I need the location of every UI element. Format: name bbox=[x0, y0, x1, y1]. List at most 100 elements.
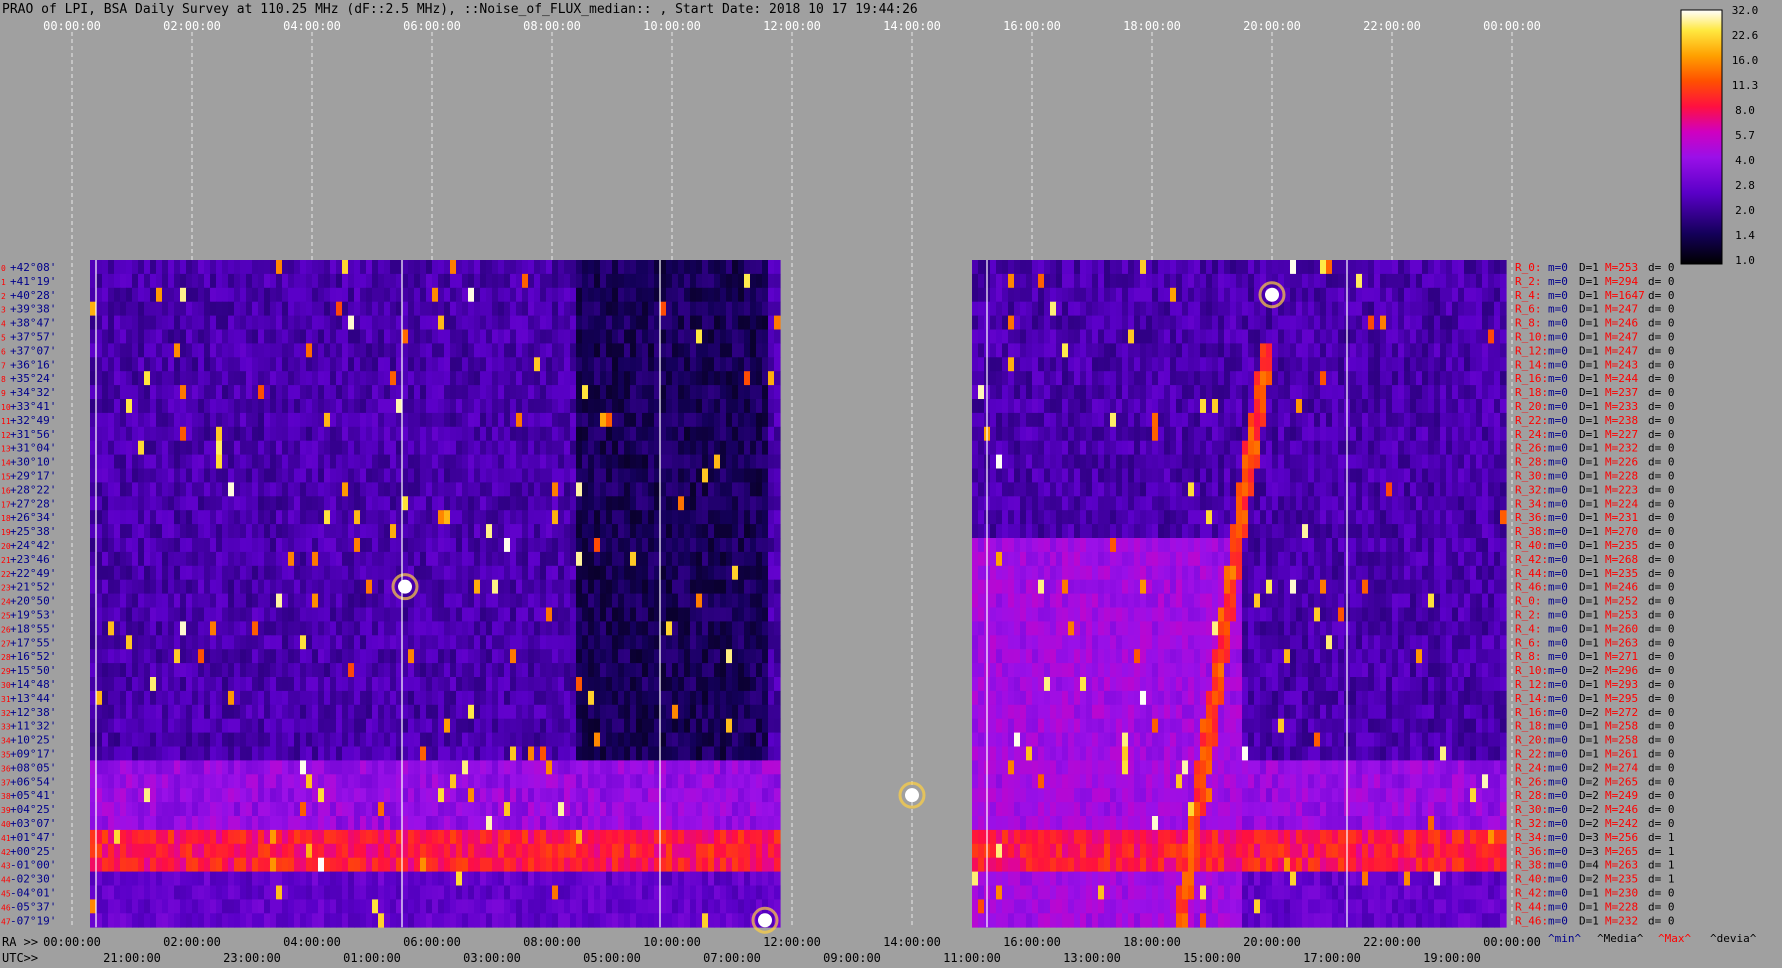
heatmap-cell bbox=[108, 329, 115, 344]
heatmap-cell bbox=[342, 690, 349, 706]
heatmap-cell bbox=[444, 496, 451, 511]
heatmap-cell bbox=[714, 621, 721, 636]
heatmap-cell bbox=[468, 843, 475, 859]
heatmap-cell bbox=[660, 718, 667, 733]
heatmap-cell bbox=[102, 843, 109, 859]
heatmap-cell bbox=[642, 454, 649, 469]
heatmap-cell bbox=[576, 760, 583, 775]
heatmap-cell bbox=[534, 357, 541, 372]
heatmap-cell bbox=[468, 593, 475, 608]
heatmap-cell bbox=[138, 843, 145, 859]
heatmap-cell bbox=[354, 371, 361, 386]
heatmap-cell bbox=[510, 371, 517, 386]
heatmap-cell bbox=[726, 607, 733, 622]
heatmap-cell bbox=[132, 732, 139, 747]
heatmap-cell bbox=[696, 482, 703, 497]
heatmap-cell bbox=[630, 607, 637, 622]
heatmap-cell bbox=[678, 426, 685, 442]
heatmap-cell bbox=[132, 816, 139, 831]
heatmap-cell bbox=[456, 412, 463, 428]
heatmap-cell bbox=[150, 273, 157, 289]
heatmap-cell bbox=[366, 287, 373, 303]
heatmap-cell bbox=[204, 426, 211, 442]
heatmap-cell bbox=[318, 426, 325, 442]
heatmap-cell bbox=[594, 385, 601, 400]
heatmap-cell bbox=[696, 510, 703, 525]
heatmap-cell bbox=[180, 788, 187, 803]
heatmap-cell bbox=[144, 357, 151, 372]
heatmap-cell bbox=[390, 816, 397, 831]
heatmap-cell bbox=[618, 260, 625, 275]
heatmap-cell bbox=[456, 802, 463, 817]
heatmap-cell bbox=[558, 704, 565, 720]
heatmap-cell bbox=[516, 690, 523, 706]
heatmap-cell bbox=[366, 690, 373, 706]
heatmap-cell bbox=[390, 663, 397, 678]
heatmap-cell bbox=[294, 287, 301, 303]
heatmap-cell bbox=[600, 468, 607, 483]
heatmap-cell bbox=[774, 538, 781, 553]
heatmap-cell bbox=[678, 635, 685, 650]
heatmap-cell bbox=[390, 621, 397, 636]
heatmap-cell bbox=[690, 649, 697, 664]
heatmap-cell bbox=[252, 496, 259, 511]
heatmap-cell bbox=[360, 357, 367, 372]
heatmap-cell bbox=[156, 649, 163, 664]
heatmap-cell bbox=[642, 468, 649, 483]
heatmap-cell bbox=[402, 329, 409, 344]
heatmap-cell bbox=[522, 829, 529, 845]
heatmap-cell bbox=[768, 524, 775, 539]
heatmap-cell bbox=[204, 371, 211, 386]
heatmap-cell bbox=[324, 524, 331, 539]
heatmap-cell bbox=[102, 551, 109, 567]
heatmap-cell bbox=[264, 635, 271, 650]
heatmap-cell bbox=[156, 440, 163, 455]
heatmap-cell bbox=[120, 510, 127, 525]
heatmap-cell bbox=[504, 496, 511, 511]
heatmap-cell bbox=[492, 635, 499, 650]
heatmap-cell bbox=[420, 635, 427, 650]
heatmap-cell bbox=[126, 760, 133, 775]
heatmap-cell bbox=[720, 746, 727, 761]
heatmap-cell bbox=[216, 551, 223, 567]
heatmap-cell bbox=[534, 802, 541, 817]
heatmap-cell bbox=[414, 440, 421, 455]
heatmap-cell bbox=[504, 301, 511, 316]
heatmap-cell bbox=[342, 315, 349, 330]
heatmap-cell bbox=[450, 468, 457, 483]
heatmap-cell bbox=[102, 287, 109, 303]
heatmap-cell bbox=[588, 399, 595, 414]
heatmap-cell bbox=[432, 287, 439, 303]
heatmap-cell bbox=[174, 829, 181, 845]
heatmap-cell bbox=[342, 482, 349, 497]
heatmap-cell bbox=[570, 788, 577, 803]
heatmap-cell bbox=[486, 829, 493, 845]
heatmap-cell bbox=[174, 454, 181, 469]
heatmap-cell bbox=[630, 760, 637, 775]
heatmap-cell bbox=[384, 621, 391, 636]
heatmap-cell bbox=[312, 287, 319, 303]
heatmap-cell bbox=[768, 482, 775, 497]
heatmap-cell bbox=[570, 371, 577, 386]
heatmap-cell bbox=[378, 816, 385, 831]
heatmap-cell bbox=[210, 538, 217, 553]
heatmap-cell bbox=[696, 343, 703, 358]
heatmap-cell bbox=[732, 690, 739, 706]
heatmap-cell bbox=[738, 440, 745, 455]
heatmap-cell bbox=[774, 468, 781, 483]
heatmap-cell bbox=[288, 663, 295, 678]
heatmap-cell bbox=[138, 329, 145, 344]
heatmap-cell bbox=[690, 635, 697, 650]
heatmap-cell bbox=[96, 315, 103, 330]
heatmap-cell bbox=[462, 273, 469, 289]
heatmap-cell bbox=[156, 621, 163, 636]
heatmap-cell bbox=[270, 468, 277, 483]
heatmap-cell bbox=[432, 412, 439, 428]
heatmap-cell bbox=[450, 607, 457, 622]
heatmap-cell bbox=[558, 774, 565, 789]
heatmap-cell bbox=[378, 426, 385, 442]
heatmap-cell bbox=[312, 774, 319, 789]
heatmap-cell bbox=[684, 426, 691, 442]
heatmap-cell bbox=[102, 649, 109, 664]
heatmap-cell bbox=[444, 468, 451, 483]
